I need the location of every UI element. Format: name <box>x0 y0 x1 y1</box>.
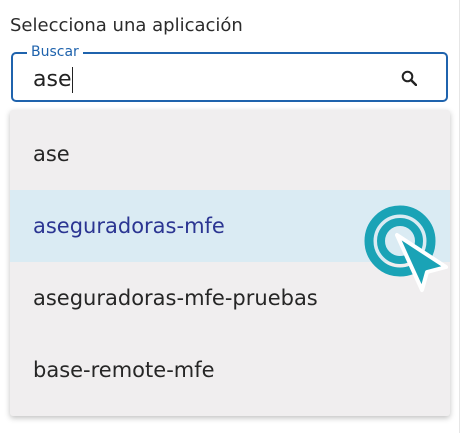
search-icon[interactable] <box>401 70 417 86</box>
click-cursor-icon <box>364 205 448 292</box>
option-label: aseguradoras-mfe <box>33 214 225 238</box>
search-input-value: ase <box>33 67 72 92</box>
option-item[interactable]: base-remote-mfe <box>10 334 450 406</box>
text-caret <box>72 67 74 93</box>
option-label: base-remote-mfe <box>33 358 215 382</box>
field-label: Selecciona una aplicación <box>10 15 243 36</box>
field-legend: Buscar <box>27 43 83 61</box>
search-field[interactable]: Buscar ase <box>11 43 448 102</box>
option-label: aseguradoras-mfe-pruebas <box>33 286 318 310</box>
option-item[interactable]: ase <box>10 118 450 190</box>
search-input[interactable]: ase <box>33 67 74 93</box>
option-label: ase <box>33 142 70 166</box>
